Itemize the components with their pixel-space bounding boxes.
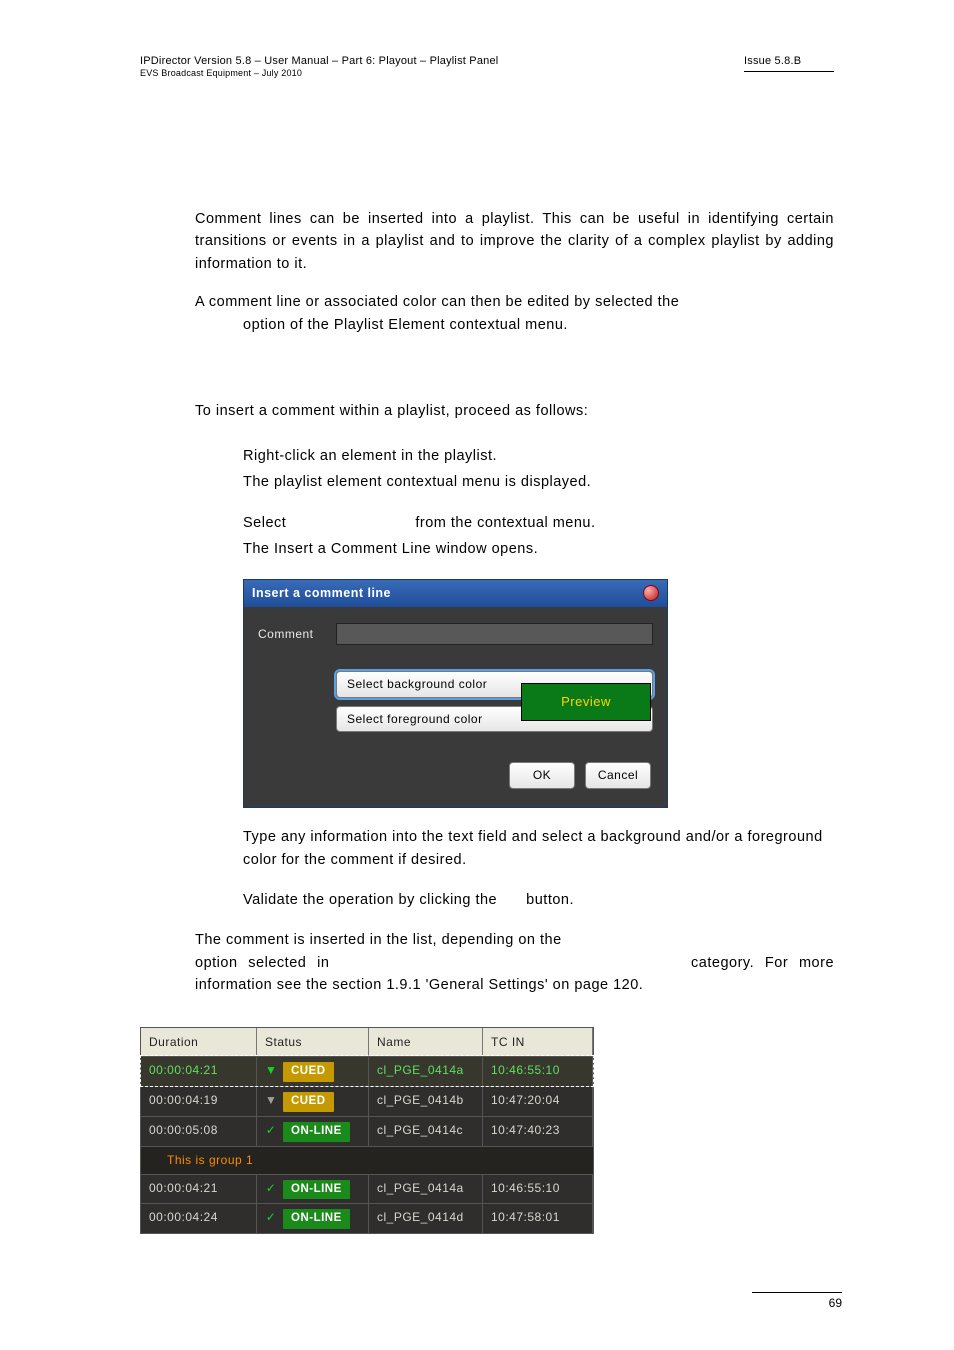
- cell-name: cl_PGE_0414a: [369, 1057, 483, 1086]
- header-subtitle: EVS Broadcast Equipment – July 2010: [140, 68, 498, 78]
- intro-paragraph-1: Comment lines can be inserted into a pla…: [195, 208, 834, 275]
- table-row[interactable]: 00:00:05:08 ✓ ON-LINE cl_PGE_0414c 10:47:…: [141, 1116, 593, 1146]
- cell-tcin: 10:47:20:04: [483, 1087, 593, 1116]
- insert-comment-dialog: Insert a comment line Comment Select bac…: [243, 579, 668, 808]
- col-name[interactable]: Name: [369, 1028, 483, 1057]
- page-header: IPDirector Version 5.8 – User Manual – P…: [140, 55, 834, 78]
- step2-line2: The Insert a Comment Line window opens.: [243, 538, 834, 560]
- header-issue: Issue 5.8.B: [744, 55, 834, 67]
- step1-line2: The playlist element contextual menu is …: [243, 471, 834, 493]
- cell-tcin: 10:46:55:10: [483, 1175, 593, 1204]
- cued-icon: ▼: [265, 1061, 277, 1080]
- dialog-title-text: Insert a comment line: [252, 584, 391, 603]
- table-row[interactable]: 00:00:04:19 ▼ CUED cl_PGE_0414b 10:47:20:…: [141, 1086, 593, 1116]
- cancel-button[interactable]: Cancel: [585, 762, 651, 789]
- col-status[interactable]: Status: [257, 1028, 369, 1057]
- status-badge: CUED: [283, 1062, 334, 1082]
- check-icon: ✓: [265, 1208, 277, 1227]
- cell-tcin: 10:47:40:23: [483, 1117, 593, 1146]
- cell-duration: 00:00:04:19: [141, 1087, 257, 1116]
- status-badge: ON-LINE: [283, 1122, 350, 1142]
- step2-line1: Select from the contextual menu.: [243, 512, 834, 534]
- cell-status: ▼ CUED: [257, 1087, 369, 1116]
- cell-duration: 00:00:04:24: [141, 1204, 257, 1233]
- cued-icon: ▼: [265, 1091, 277, 1110]
- howto-lead: To insert a comment within a playlist, p…: [195, 400, 834, 422]
- cell-name: cl_PGE_0414b: [369, 1087, 483, 1116]
- intro-paragraph-2: A comment line or associated color can t…: [195, 291, 834, 336]
- table-row[interactable]: 00:00:04:24 ✓ ON-LINE cl_PGE_0414d 10:47:…: [141, 1203, 593, 1233]
- cell-status: ▼ CUED: [257, 1057, 369, 1086]
- cell-name: cl_PGE_0414a: [369, 1175, 483, 1204]
- status-badge: ON-LINE: [283, 1180, 350, 1200]
- playlist-table: Duration Status Name TC IN 00:00:04:21 ▼…: [140, 1027, 594, 1234]
- table-row[interactable]: 00:00:04:21 ✓ ON-LINE cl_PGE_0414a 10:46:…: [141, 1174, 593, 1204]
- cell-duration: 00:00:04:21: [141, 1057, 257, 1086]
- intro-p2a: A comment line or associated color can t…: [195, 294, 679, 310]
- after-p1-pre: The comment is inserted in the list, dep…: [195, 932, 562, 948]
- cell-name: cl_PGE_0414d: [369, 1204, 483, 1233]
- cell-status: ✓ ON-LINE: [257, 1117, 369, 1146]
- cell-status: ✓ ON-LINE: [257, 1204, 369, 1233]
- page-footer: 69: [752, 1292, 842, 1310]
- dialog-titlebar: Insert a comment line: [244, 580, 667, 607]
- preview-box: Preview: [521, 683, 651, 721]
- step3: Type any information into the text field…: [243, 826, 834, 871]
- comment-label: Comment: [258, 625, 314, 644]
- step2-pre: Select: [243, 515, 286, 531]
- table-header-row: Duration Status Name TC IN: [141, 1028, 593, 1057]
- cell-duration: 00:00:05:08: [141, 1117, 257, 1146]
- col-duration[interactable]: Duration: [141, 1028, 257, 1057]
- step4-pre: Validate the operation by clicking the: [243, 892, 497, 908]
- page-number: 69: [752, 1296, 842, 1310]
- close-icon[interactable]: [643, 585, 659, 601]
- status-badge: CUED: [283, 1092, 334, 1112]
- comment-input[interactable]: [336, 623, 653, 645]
- status-badge: ON-LINE: [283, 1209, 350, 1229]
- after-paragraph: The comment is inserted in the list, dep…: [195, 929, 834, 996]
- cell-tcin: 10:46:55:10: [483, 1057, 593, 1086]
- step1-line1: Right-click an element in the playlist.: [243, 445, 834, 467]
- col-tcin[interactable]: TC IN: [483, 1028, 593, 1057]
- group-row[interactable]: This is group 1: [141, 1146, 593, 1174]
- step4-post: button.: [526, 892, 574, 908]
- check-icon: ✓: [265, 1179, 277, 1198]
- cell-duration: 00:00:04:21: [141, 1175, 257, 1204]
- cell-tcin: 10:47:58:01: [483, 1204, 593, 1233]
- ok-button[interactable]: OK: [509, 762, 575, 789]
- intro-p2b: option of the Playlist Element contextua…: [243, 314, 834, 336]
- after-p1-mid: option selected in: [195, 955, 329, 971]
- cell-status: ✓ ON-LINE: [257, 1175, 369, 1204]
- header-title: IPDirector Version 5.8 – User Manual – P…: [140, 55, 498, 67]
- table-row[interactable]: 00:00:04:21 ▼ CUED cl_PGE_0414a 10:46:55:…: [141, 1056, 593, 1086]
- cell-name: cl_PGE_0414c: [369, 1117, 483, 1146]
- step4: Validate the operation by clicking the b…: [243, 889, 834, 911]
- footer-rule: [752, 1292, 842, 1293]
- check-icon: ✓: [265, 1121, 277, 1140]
- header-rule: [744, 71, 834, 72]
- step2-post: from the contextual menu.: [415, 515, 595, 531]
